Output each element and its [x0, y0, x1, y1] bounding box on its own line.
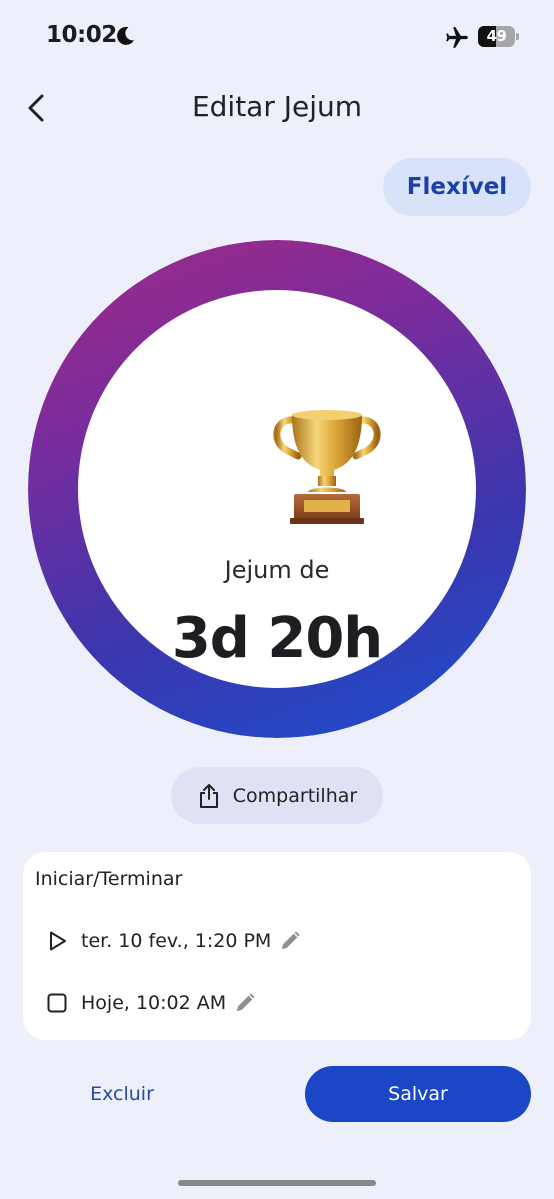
stop-square-icon — [47, 993, 67, 1013]
battery-tip — [516, 33, 519, 40]
home-indicator[interactable] — [178, 1180, 376, 1186]
share-label: Compartilhar — [232, 784, 358, 807]
airplane-icon — [446, 27, 468, 48]
progress-ring-center: Jejum de 3d 20h — [78, 290, 476, 688]
play-icon — [50, 931, 66, 951]
status-time: 10:02 — [46, 22, 117, 48]
page-title: Editar Jejum — [191, 90, 363, 123]
start-end-card: Iniciar/Terminar ter. 10 fev., 1:20 PM H… — [23, 852, 531, 1040]
trophy-icon — [273, 410, 381, 524]
start-time-text: ter. 10 fev., 1:20 PM — [81, 930, 272, 952]
save-button[interactable]: Salvar — [305, 1066, 531, 1122]
pencil-icon[interactable] — [234, 992, 256, 1014]
fasting-progress-ring: Jejum de 3d 20h — [28, 240, 526, 738]
share-icon — [199, 783, 218, 808]
end-time-row[interactable]: Hoje, 10:02 AM — [45, 986, 256, 1020]
pencil-icon[interactable] — [279, 930, 301, 952]
delete-button[interactable]: Excluir — [40, 1066, 204, 1122]
status-bar: 10:02 49 — [0, 0, 554, 74]
battery-percent: 49 — [486, 27, 507, 45]
share-button[interactable]: Compartilhar — [171, 767, 383, 824]
end-time-text: Hoje, 10:02 AM — [81, 992, 227, 1014]
battery-icon: 49 — [478, 26, 515, 47]
moon-icon — [117, 26, 134, 45]
fast-duration-value: 3d 20h — [171, 606, 383, 671]
fasting-mode-button[interactable]: Flexível — [383, 158, 531, 216]
start-time-row[interactable]: ter. 10 fev., 1:20 PM — [45, 924, 301, 958]
start-end-title: Iniciar/Terminar — [35, 868, 183, 890]
fast-duration-label: Jejum de — [224, 556, 330, 584]
